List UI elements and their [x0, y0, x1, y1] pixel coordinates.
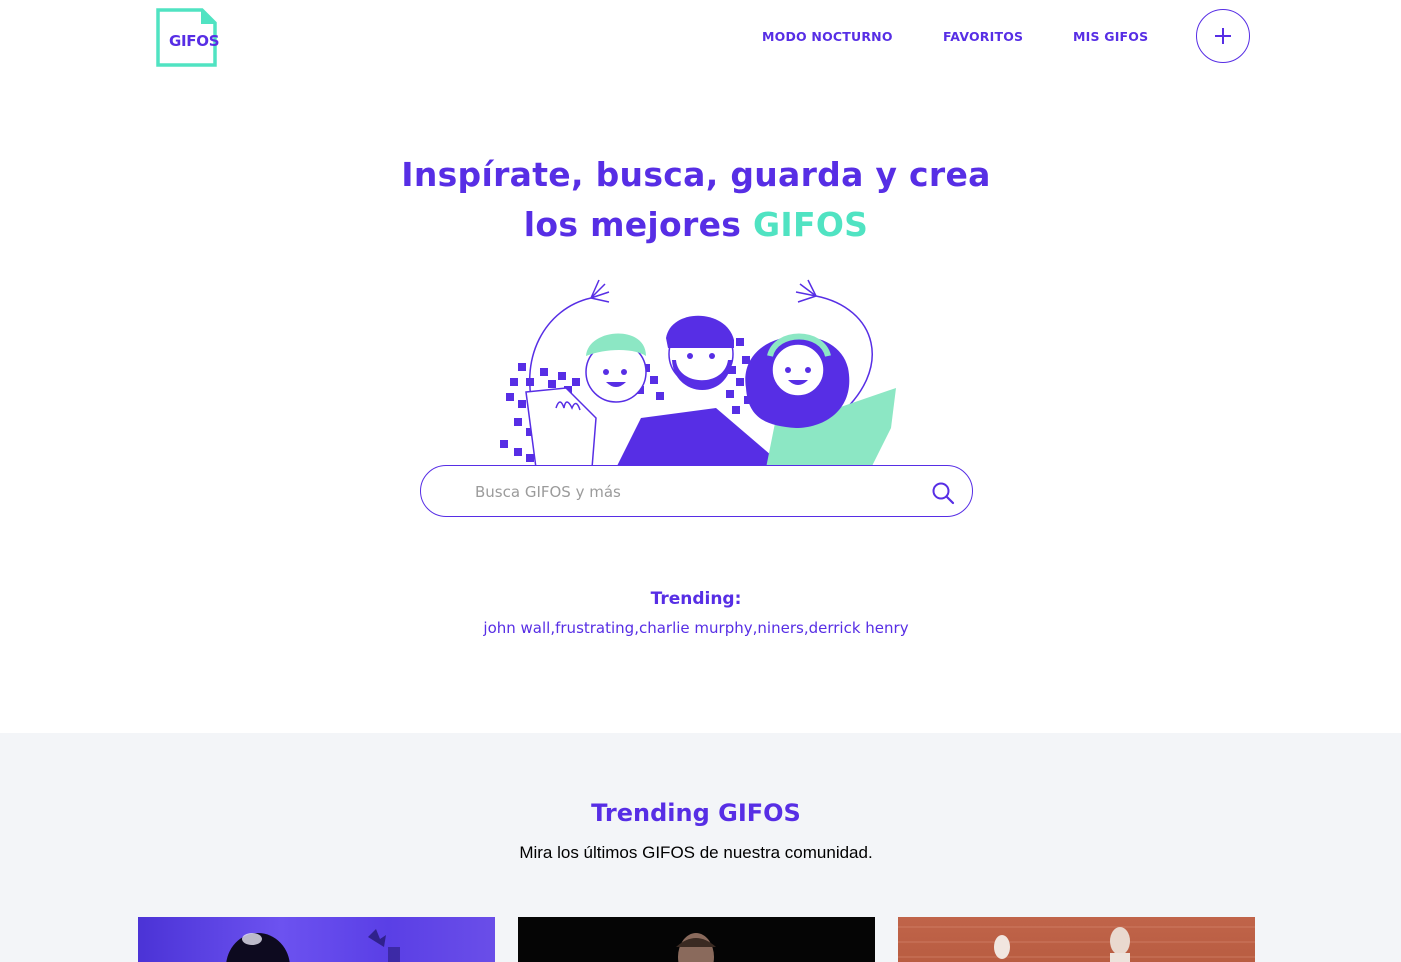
gif-thumbnail-image [226, 929, 400, 962]
trending-term[interactable]: derrick henry [809, 619, 909, 637]
nav-my-gifos[interactable]: MIS GIFOS [1073, 29, 1148, 44]
header: GIFOS MODO NOCTURNO FAVORITOS MIS GIFOS [0, 0, 1401, 80]
search-icon[interactable] [931, 481, 955, 505]
trending-term[interactable]: niners [757, 619, 803, 637]
logo-text: GIFOS [169, 32, 220, 50]
trending-gifos-subtitle: Mira los últimos GIFOS de nuestra comuni… [519, 843, 873, 862]
trending-gif-card[interactable] [898, 917, 1255, 962]
hero-title-line2-prefix: los mejores [523, 205, 754, 244]
search-input[interactable] [475, 480, 905, 504]
hero-title-line1: Inspírate, busca, guarda y crea [401, 155, 991, 194]
plus-icon [1215, 28, 1231, 44]
trending-gif-card[interactable] [138, 917, 495, 962]
trending-gif-card[interactable] [518, 917, 875, 962]
trending-terms: john wall,frustrating,charlie murphy,nin… [0, 619, 1392, 637]
hero-title-accent: GIFOS [753, 205, 869, 244]
people-waving-illustration [500, 279, 896, 469]
trending-term[interactable]: john wall [483, 619, 550, 637]
gif-thumbnail-image [676, 933, 716, 962]
create-gifo-button[interactable] [1196, 9, 1250, 63]
trending-label: Trending: [650, 589, 742, 609]
gifos-logo[interactable]: GIFOS [156, 8, 220, 68]
trending-gifos-title: Trending GIFOS [591, 799, 801, 827]
trending-gifos-section: Trending GIFOS Mira los últimos GIFOS de… [0, 733, 1401, 962]
hero-title: Inspírate, busca, guarda y crea los mejo… [0, 150, 1392, 250]
trending-term[interactable]: frustrating [555, 619, 634, 637]
trending-term[interactable]: charlie murphy [639, 619, 753, 637]
search-bar [420, 465, 973, 517]
gif-thumbnail-image [898, 926, 1255, 962]
nav-night-mode[interactable]: MODO NOCTURNO [762, 29, 893, 44]
hero-illustration [496, 268, 896, 469]
nav-favorites[interactable]: FAVORITOS [943, 29, 1023, 44]
